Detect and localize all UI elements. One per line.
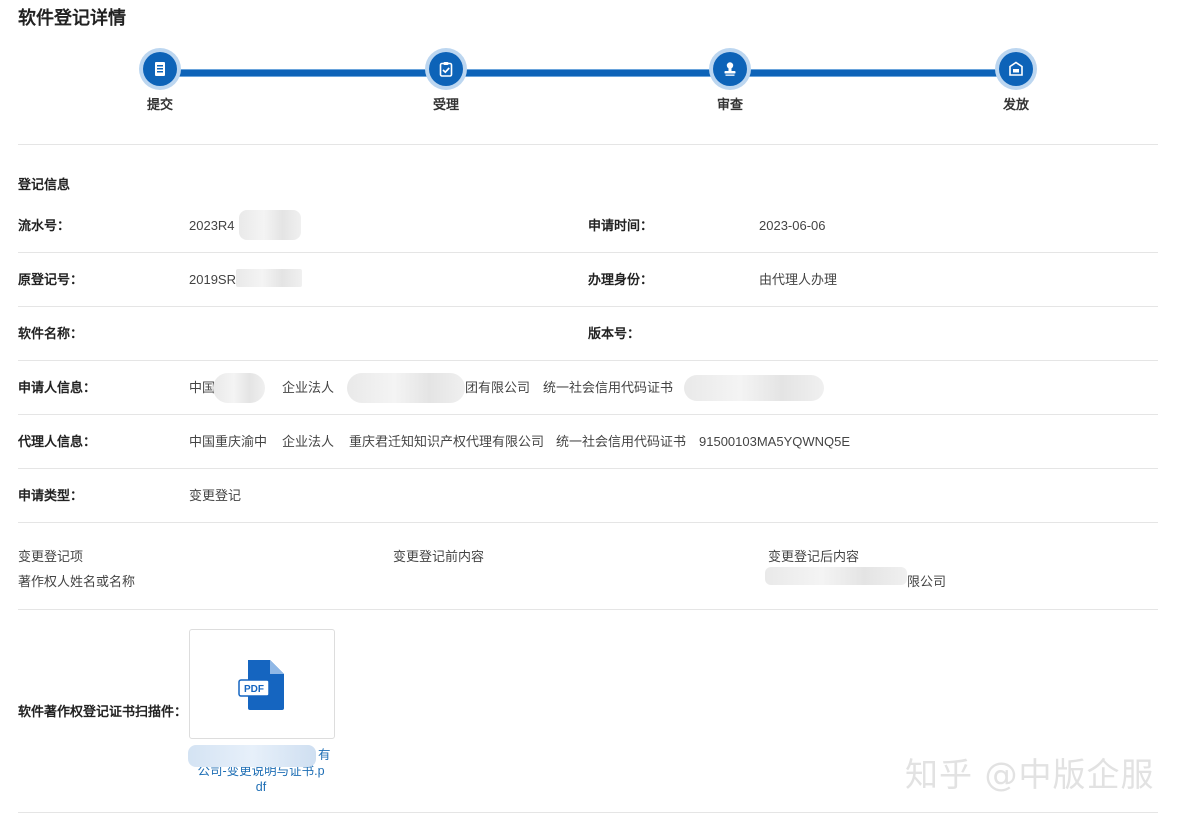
redacted-area [213, 373, 265, 403]
info-row-software-name: 软件名称： 版本号： [18, 307, 1158, 361]
change-header-item: 变更登记项 [18, 549, 84, 564]
file-name-line-1: 有 [186, 745, 336, 767]
clipboard-check-icon [429, 52, 463, 86]
redacted-area [684, 375, 824, 401]
divider [18, 609, 1158, 610]
info-row-orig-reg: 原登记号： 2019SR 办理身份： 由代理人办理 [18, 253, 1158, 307]
orig-reg-no-label: 原登记号： [18, 272, 84, 287]
file-name-line-3: df [255, 780, 267, 794]
redacted-area [236, 269, 302, 287]
agent-location: 中国重庆渝中 [189, 434, 268, 449]
change-row-after-suffix: 限公司 [907, 574, 947, 589]
step-label: 审查 [716, 97, 743, 112]
agent-name: 重庆君迁知知识产权代理有限公司 [349, 434, 545, 449]
divider [18, 144, 1158, 145]
section-title: 登记信息 [18, 177, 71, 192]
agent-type: 企业法人 [282, 434, 335, 449]
handle-identity-label: 办理身份： [588, 272, 654, 287]
apply-type-value: 变更登记 [189, 488, 242, 503]
agent-cert-no: 91500103MA5YQWNQ5E [699, 434, 851, 449]
inbox-icon [999, 52, 1033, 86]
applicant-cert-type: 统一社会信用代码证书 [543, 380, 674, 395]
pdf-icon-text: PDF [244, 684, 264, 695]
pdf-file-link[interactable]: 有 公司-变更说明与证书.p df [186, 745, 336, 795]
progress-steps: 提交 受理 审查 发放 [0, 48, 1189, 118]
redacted-area [188, 745, 316, 767]
attachment-label: 软件著作权登记证书扫描件： [18, 704, 188, 719]
change-row-item: 著作权人姓名或名称 [18, 574, 136, 589]
agent-label: 代理人信息： [18, 434, 97, 449]
progress-line [160, 69, 1016, 77]
step-submit: 提交 [120, 52, 200, 113]
divider [18, 812, 1158, 813]
redacted-area [765, 567, 907, 585]
step-issue: 发放 [976, 52, 1056, 113]
stamp-icon [713, 52, 747, 86]
redacted-area [347, 373, 465, 403]
step-review: 审查 [690, 52, 770, 113]
info-row-agent: 代理人信息： 中国重庆渝中 企业法人 重庆君迁知知识产权代理有限公司 统一社会信… [18, 415, 1158, 469]
page-title: 软件登记详情 [18, 8, 126, 28]
serial-no-value: 2023R4 [189, 218, 235, 233]
applicant-country: 中国 [189, 380, 216, 395]
step-label: 提交 [146, 97, 173, 112]
software-name-label: 软件名称： [18, 326, 84, 341]
applicant-name-suffix: 团有限公司 [465, 380, 531, 395]
applicant-label: 申请人信息： [18, 380, 97, 395]
change-header-after: 变更登记后内容 [768, 549, 860, 564]
version-no-label: 版本号： [588, 326, 641, 341]
applicant-type: 企业法人 [282, 380, 335, 395]
document-icon [143, 52, 177, 86]
info-row-apply-type: 申请类型： 变更登记 [18, 469, 1158, 523]
redacted-area [239, 210, 301, 240]
serial-no-label: 流水号： [18, 218, 71, 233]
handle-identity-value: 由代理人办理 [759, 272, 838, 287]
step-label: 发放 [1002, 97, 1029, 112]
info-row-serial: 流水号： 2023R4 申请时间： 2023-06-06 [18, 199, 1158, 253]
info-row-applicant: 申请人信息： 中国 企业法人 团有限公司 统一社会信用代码证书 [18, 361, 1158, 415]
apply-time-label: 申请时间： [588, 218, 654, 233]
step-label: 受理 [432, 97, 459, 112]
step-accept: 受理 [406, 52, 486, 113]
orig-reg-no-value: 2019SR [189, 272, 236, 287]
change-header-before: 变更登记前内容 [393, 549, 485, 564]
apply-type-label: 申请类型： [18, 488, 84, 503]
agent-cert-type: 统一社会信用代码证书 [556, 434, 687, 449]
apply-time-value: 2023-06-06 [759, 218, 826, 233]
pdf-file-card[interactable]: PDF [189, 629, 335, 739]
watermark: 知乎 @中版企服 [905, 755, 1155, 794]
pdf-file-icon: PDF [238, 660, 284, 710]
